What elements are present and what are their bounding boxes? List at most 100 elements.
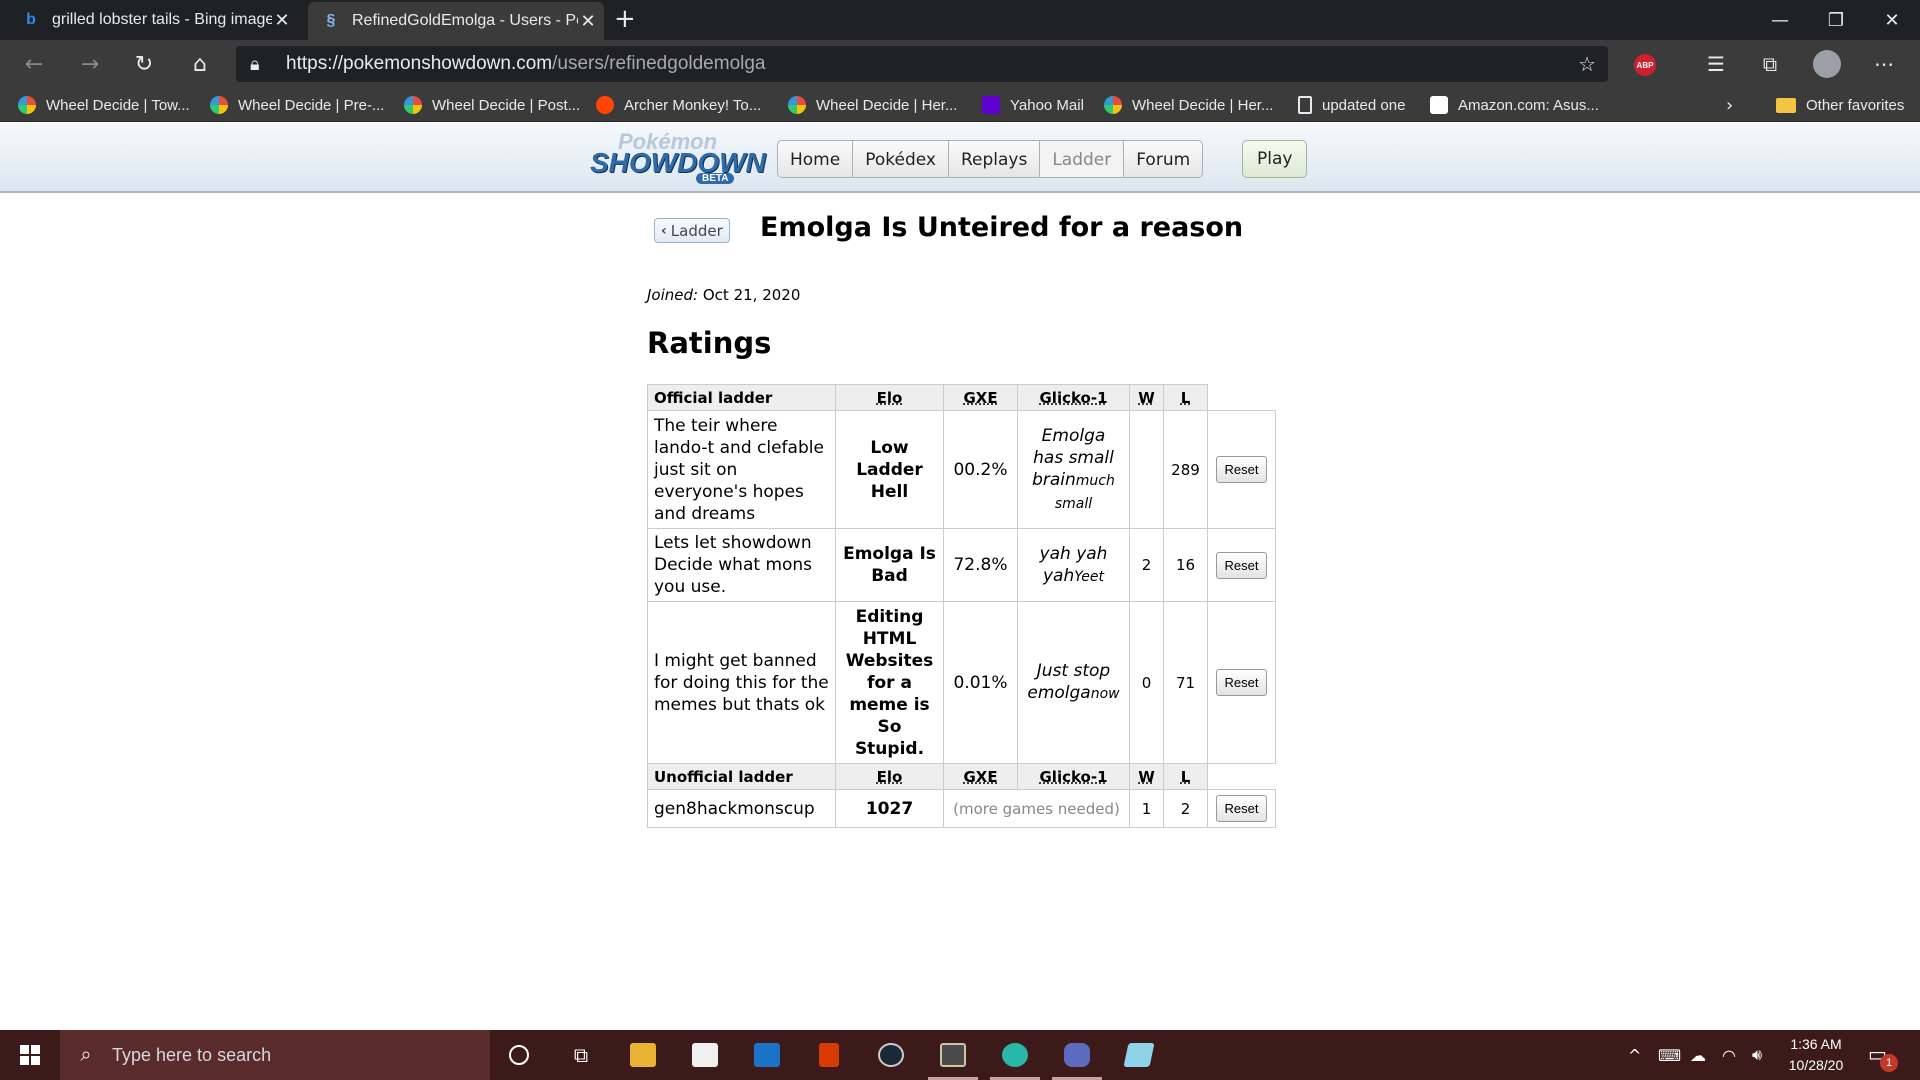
nav-ladder[interactable]: Ladder [1040,141,1125,177]
losses-value: 16 [1163,528,1208,602]
tab-bing-images[interactable]: b grilled lobster tails - Bing images ✕ [22,0,298,40]
table-header-row: Official ladder Elo GXE Glicko-1 W L [647,384,1276,411]
reset-button[interactable]: Reset [1215,456,1268,483]
gxe-value: 0.01% [943,601,1018,764]
back-arrow-icon[interactable]: ← [16,46,52,82]
refresh-icon[interactable]: ↻ [126,46,162,82]
office-icon[interactable] [800,1030,858,1080]
bookmark-item[interactable]: Wheel Decide | Her... [788,88,957,122]
task-view-icon[interactable]: ⧉ [552,1030,610,1080]
taskbar-search-input[interactable]: ⌕ Type here to search [60,1030,490,1080]
wifi-icon[interactable]: ◠ [1722,1030,1736,1080]
file-explorer-icon[interactable] [614,1030,672,1080]
back-to-ladder-button[interactable]: ‹ Ladder [654,218,730,243]
elo-value: Emolga Is Bad [835,528,944,602]
notes-app-icon[interactable] [1110,1030,1168,1080]
bookmark-item[interactable]: Yahoo Mail [982,88,1084,122]
tab-showdown-user[interactable]: § RefinedGoldEmolga - Users - Pok ✕ [308,2,604,40]
bookmark-item[interactable]: updated one [1298,88,1405,122]
header-gxe: GXE [943,763,1018,790]
favorite-star-icon[interactable]: ☆ [1578,52,1596,76]
minimize-icon[interactable]: — [1752,0,1808,40]
folder-icon [1776,97,1796,113]
losses-value: 2 [1163,789,1208,828]
profile-avatar[interactable] [1813,50,1841,78]
edge-icon[interactable] [986,1030,1044,1080]
bookmarks-bar: Wheel Decide | Tow... Wheel Decide | Pre… [0,88,1920,122]
elo-value: 1027 [835,789,944,828]
wheel-icon [1104,96,1122,114]
site-header: Pokémon SHOWDOWN BETA Home Pokédex Repla… [0,123,1920,193]
bookmark-item[interactable]: Archer Monkey! To... [596,88,761,122]
table-row: The teir where lando-t and clefable just… [647,410,1276,529]
format-name: gen8hackmonscup [647,789,836,828]
cortana-icon[interactable] [490,1030,548,1080]
header-glicko: Glicko-1 [1017,384,1130,411]
bookmark-item[interactable]: Wheel Decide | Pre-... [210,88,384,122]
restore-icon[interactable]: ❐ [1808,0,1864,40]
favorites-list-icon[interactable]: ☰ [1698,46,1734,82]
discord-icon[interactable] [1048,1030,1106,1080]
glicko-value: Just stop emolganow [1017,601,1130,764]
glicko-value: Emolga has small brainmuch small [1017,410,1130,529]
adblock-icon[interactable]: ABP [1634,54,1656,76]
system-clock[interactable]: 1:36 AM 10/28/20 [1774,1034,1858,1076]
new-tab-icon[interactable]: + [614,4,636,34]
store-icon[interactable] [676,1030,734,1080]
address-toolbar: ← → ↻ ⌂ 🔒︎ https://pokemonshowdown.com/u… [0,40,1920,88]
table-header-row: Unofficial ladder Elo GXE Glicko-1 W L [647,763,1276,790]
header-wins: W [1129,384,1164,411]
bookmark-item[interactable]: Wheel Decide | Post... [404,88,580,122]
chevron-right-icon[interactable]: › [1726,88,1733,122]
nav-home[interactable]: Home [778,141,854,177]
wheel-icon [788,96,806,114]
gxe-value: 00.2% [943,410,1018,529]
forward-arrow-icon[interactable]: → [72,46,108,82]
nav-pokedex[interactable]: Pokédex [853,141,949,177]
other-favorites[interactable]: Other favorites [1776,88,1904,122]
nav-replays[interactable]: Replays [949,141,1041,177]
chevron-up-icon[interactable]: ^ [1628,1030,1641,1080]
header-elo: Elo [835,763,944,790]
reset-button[interactable]: Reset [1215,795,1268,822]
address-input[interactable]: 🔒︎ https://pokemonshowdown.com/users/ref… [236,46,1608,82]
showdown-logo[interactable]: Pokémon SHOWDOWN BETA [586,129,772,187]
wheel-icon [18,96,36,114]
more-menu-icon[interactable]: ⋯ [1866,46,1902,82]
format-name: The teir where lando-t and clefable just… [647,410,836,529]
steam-icon[interactable] [862,1030,920,1080]
close-icon[interactable]: ✕ [272,10,292,31]
browser-tab-bar: b grilled lobster tails - Bing images ✕ … [0,0,1920,40]
volume-icon[interactable]: 🔊︎ [1752,1030,1762,1080]
chevron-left-icon: ‹ [661,222,667,239]
nav-forum[interactable]: Forum [1124,141,1202,177]
ratings-table: Official ladder Elo GXE Glicko-1 W L The… [647,384,1276,828]
bookmark-item[interactable]: Wheel Decide | Tow... [18,88,190,122]
windows-taskbar: ⌕ Type here to search ⧉ ^ ⌨ ☁ ◠ 🔊︎ 1:36 … [0,1030,1920,1080]
home-icon[interactable]: ⌂ [182,46,218,82]
play-button[interactable]: Play [1242,140,1308,178]
header-wins: W [1129,763,1164,790]
mail-icon[interactable] [738,1030,796,1080]
joined-date: Joined: Oct 21, 2020 [647,286,801,304]
reddit-icon [596,96,614,114]
onedrive-icon[interactable]: ☁ [1690,1030,1706,1080]
site-nav: Home Pokédex Replays Ladder Forum [777,140,1204,178]
more-games-needed: (more games needed) [943,789,1130,828]
collections-icon[interactable]: ⧉ [1752,46,1788,82]
close-icon[interactable]: ✕ [578,11,598,32]
close-window-icon[interactable]: ✕ [1864,0,1920,40]
tab-title: RefinedGoldEmolga - Users - Pok [352,12,578,29]
reset-button[interactable]: Reset [1215,669,1268,696]
bookmark-item[interactable]: Wheel Decide | Her... [1104,88,1273,122]
windows-start-icon[interactable] [0,1030,60,1080]
terminal-app-icon[interactable] [924,1030,982,1080]
losses-value: 71 [1163,601,1208,764]
bookmark-item[interactable]: Amazon.com: Asus... [1430,88,1599,122]
input-method-icon[interactable]: ⌨ [1658,1030,1681,1080]
ratings-heading: Ratings [647,326,772,360]
search-icon: ⌕ [80,1043,92,1066]
wins-value [1129,410,1164,529]
reset-button[interactable]: Reset [1215,551,1268,579]
header-unofficial-ladder: Unofficial ladder [647,763,836,790]
